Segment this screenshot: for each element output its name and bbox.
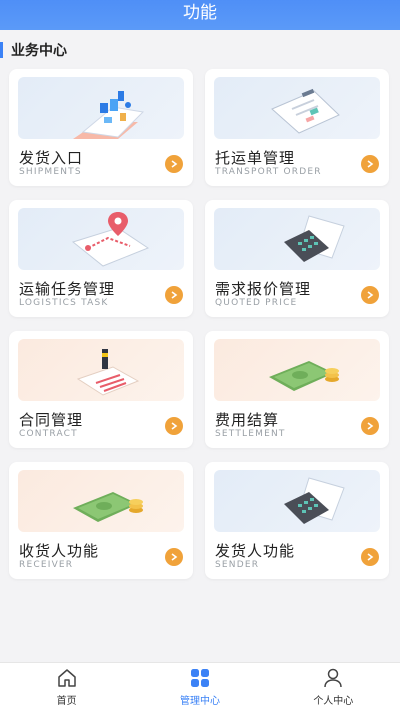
card-logistics-task[interactable]: 运输任务管理 LOGISTICS TASK xyxy=(9,200,193,317)
chevron-right-icon[interactable] xyxy=(165,155,183,173)
money-illustration-icon xyxy=(18,470,184,532)
section-accent-bar xyxy=(0,42,3,58)
chevron-right-icon[interactable] xyxy=(361,417,379,435)
card-title: 运输任务管理 xyxy=(19,280,116,298)
calculator-illustration-icon xyxy=(214,470,380,532)
chevron-right-icon[interactable] xyxy=(361,286,379,304)
tab-label: 管理中心 xyxy=(179,695,220,707)
card-settlement[interactable]: 费用结算 SETTLEMENT xyxy=(205,331,389,448)
card-contract[interactable]: 合同管理 CONTRACT xyxy=(9,331,193,448)
card-subtitle: TRANSPORT ORDER xyxy=(215,167,322,177)
calculator-illustration-icon xyxy=(214,208,380,270)
card-quoted-price[interactable]: 需求报价管理 QUOTED PRICE xyxy=(205,200,389,317)
page-header: 功能 xyxy=(0,0,400,30)
user-icon xyxy=(324,668,343,687)
grid-icon xyxy=(190,668,209,687)
chevron-right-icon[interactable] xyxy=(361,155,379,173)
card-transport-order[interactable]: 托运单管理 TRANSPORT ORDER xyxy=(205,69,389,186)
delivery-illustration-icon xyxy=(18,77,184,139)
page-title: 功能 xyxy=(183,3,217,23)
tab-management[interactable]: 管理中心 xyxy=(133,663,266,710)
tab-label: 个人中心 xyxy=(313,695,354,707)
card-subtitle: SENDER xyxy=(215,560,260,570)
tab-home[interactable]: 首页 xyxy=(0,663,133,710)
chevron-right-icon[interactable] xyxy=(165,417,183,435)
card-title: 需求报价管理 xyxy=(215,280,312,298)
card-subtitle: RECEIVER xyxy=(19,560,74,570)
card-sender[interactable]: 发货人功能 SENDER xyxy=(205,462,389,579)
card-shipments[interactable]: 发货入口 SHIPMENTS xyxy=(9,69,193,186)
section-header: 业务中心 xyxy=(0,38,67,62)
tab-label: 首页 xyxy=(56,695,77,707)
card-receiver[interactable]: 收货人功能 RECEIVER xyxy=(9,462,193,579)
chevron-right-icon[interactable] xyxy=(361,548,379,566)
card-title: 发货人功能 xyxy=(215,542,296,560)
card-subtitle: SETTLEMENT xyxy=(215,429,286,439)
card-subtitle: SHIPMENTS xyxy=(19,167,82,177)
chevron-right-icon[interactable] xyxy=(165,286,183,304)
card-title: 费用结算 xyxy=(215,411,280,429)
card-title: 托运单管理 xyxy=(215,149,296,167)
contract-illustration-icon xyxy=(18,339,184,401)
card-subtitle: QUOTED PRICE xyxy=(215,298,298,308)
map-pin-illustration-icon xyxy=(18,208,184,270)
bottom-tab-bar: 首页 管理中心 个人中心 xyxy=(0,662,400,710)
card-title: 发货入口 xyxy=(19,149,84,167)
card-subtitle: LOGISTICS TASK xyxy=(19,298,109,308)
chevron-right-icon[interactable] xyxy=(165,548,183,566)
home-icon xyxy=(57,668,76,687)
section-title: 业务中心 xyxy=(11,43,67,59)
money-illustration-icon xyxy=(214,339,380,401)
card-title: 收货人功能 xyxy=(19,542,100,560)
card-subtitle: CONTRACT xyxy=(19,429,78,439)
card-title: 合同管理 xyxy=(19,411,84,429)
clipboard-illustration-icon xyxy=(214,77,380,139)
tab-profile[interactable]: 个人中心 xyxy=(267,663,400,710)
